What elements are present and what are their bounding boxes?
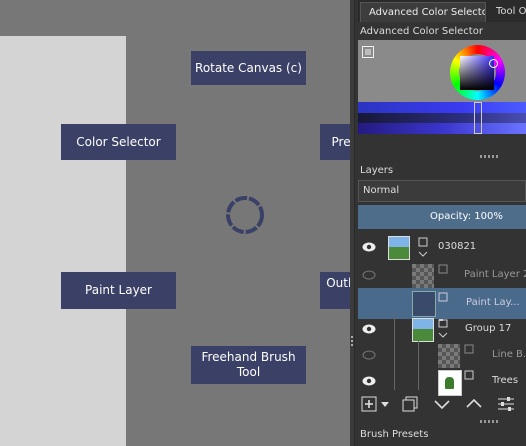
layer-thumbnail xyxy=(412,318,434,342)
freehand-brush-tool-action[interactable]: Freehand Brush Tool xyxy=(191,346,306,384)
paint-layer-icon xyxy=(464,370,474,380)
layer-name: Paint Layer 21 xyxy=(464,269,526,280)
opacity-label: Opacity: xyxy=(430,211,472,222)
outline-selection-tool-action[interactable]: Outline Selection Tool xyxy=(320,272,350,309)
tab-advanced-color-selector[interactable]: Advanced Color Selector xyxy=(360,2,486,22)
add-layer-icon[interactable] xyxy=(360,394,380,414)
move-layer-down-icon[interactable] xyxy=(432,394,452,414)
color-selector-area[interactable] xyxy=(358,40,526,102)
panel-resize-handle[interactable] xyxy=(480,420,498,423)
color-shade-bar-1[interactable] xyxy=(358,102,526,113)
layer-thumbnail xyxy=(412,264,434,288)
eye-icon[interactable] xyxy=(362,375,376,387)
paint-layer-icon xyxy=(464,344,474,354)
layers-title: Layers xyxy=(360,165,394,176)
layer-row[interactable]: Paint Layer 21 xyxy=(358,260,526,291)
rotate-canvas-action[interactable]: Rotate Canvas (c) xyxy=(191,51,306,85)
pie-menu-center-ring xyxy=(226,196,264,234)
eye-icon[interactable] xyxy=(362,323,376,335)
previous-preset-action[interactable]: Previous Preset xyxy=(320,124,350,160)
color-shade-bar-3[interactable] xyxy=(358,123,526,134)
layer-name: Group 17 xyxy=(465,323,512,334)
blend-mode-select[interactable]: Normal xyxy=(358,180,526,202)
layer-row[interactable]: 030821 xyxy=(358,232,526,263)
menu-icon[interactable] xyxy=(362,46,374,58)
layer-properties-icon[interactable] xyxy=(496,394,516,414)
move-layer-up-icon[interactable] xyxy=(464,394,484,414)
eye-hidden-icon[interactable] xyxy=(362,269,376,281)
chevron-down-icon[interactable] xyxy=(380,394,390,414)
layers-toolbar xyxy=(358,390,526,418)
dock-splitter[interactable] xyxy=(350,0,355,446)
layer-name: 030821 xyxy=(438,241,477,252)
layer-name: Paint Lay... xyxy=(466,297,520,308)
group-layer-icon xyxy=(438,319,448,328)
chevron-down-icon[interactable] xyxy=(438,330,448,340)
color-shade-bar-2[interactable] xyxy=(358,113,526,123)
paint-layer-icon xyxy=(438,292,448,302)
panel-resize-handle[interactable] xyxy=(480,155,498,158)
paint-layer-icon xyxy=(418,237,428,247)
eye-hidden-icon[interactable] xyxy=(362,349,376,361)
dock-tab-bar: Advanced Color Selector Tool O xyxy=(358,0,526,22)
layer-thumbnail xyxy=(438,344,460,368)
color-selector-title: Advanced Color Selector xyxy=(360,26,483,37)
opacity-slider[interactable]: Opacity: 100% xyxy=(358,205,526,229)
layer-name: Trees xyxy=(492,375,519,386)
color-selector-action[interactable]: Color Selector xyxy=(61,124,176,160)
paint-layer-action[interactable]: Paint Layer xyxy=(61,272,176,309)
color-picker-cursor[interactable] xyxy=(489,59,498,68)
duplicate-layer-icon[interactable] xyxy=(400,394,420,414)
canvas-area[interactable]: Rotate Canvas (c) Color Selector Previou… xyxy=(0,0,350,446)
opacity-value: 100% xyxy=(474,211,503,222)
document-paper[interactable] xyxy=(0,36,126,446)
chevron-down-icon[interactable] xyxy=(418,249,428,259)
layer-name: Line B... xyxy=(492,349,526,360)
paint-layer-icon xyxy=(438,264,448,274)
brush-presets-title: Brush Presets xyxy=(360,429,429,440)
shade-cursor xyxy=(474,102,482,134)
tab-tool-options[interactable]: Tool O xyxy=(488,2,526,22)
eye-icon[interactable] xyxy=(362,241,376,253)
layer-thumbnail xyxy=(388,236,410,260)
